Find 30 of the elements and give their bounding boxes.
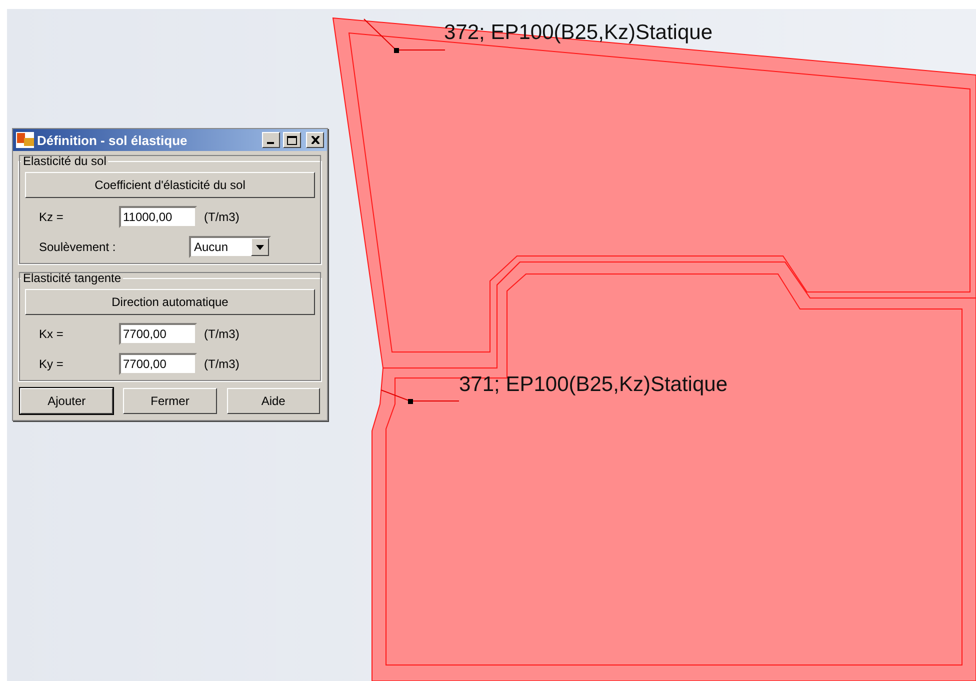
field-label: Kx = — [38, 327, 64, 341]
field-label: Ky = — [38, 357, 64, 371]
window-title: Définition - sol élastique — [37, 132, 188, 148]
field-label: Soulèvement : — [38, 240, 117, 254]
input-field[interactable]: 7700,00 — [119, 353, 197, 375]
maximize-icon — [287, 136, 297, 144]
maximize-button[interactable] — [283, 132, 301, 148]
group-title: Elasticité du sol — [22, 154, 108, 168]
node-marker — [394, 48, 399, 53]
dialog-button[interactable]: Ajouter — [20, 388, 114, 414]
app-icon — [16, 132, 34, 148]
action-button[interactable]: Direction automatique — [25, 289, 315, 315]
dialog-button[interactable]: Aide — [226, 388, 320, 414]
dropdown[interactable]: Aucun — [189, 236, 271, 258]
close-button[interactable] — [306, 132, 324, 148]
unit-label: (T/m3) — [204, 327, 240, 341]
caret-icon — [256, 244, 264, 250]
group-title: Elasticité tangente — [22, 271, 122, 285]
input-field[interactable]: 7700,00 — [119, 323, 197, 345]
dialog-button[interactable]: Fermer — [123, 388, 217, 414]
minimize-button[interactable] — [262, 132, 280, 148]
unit-label: (T/m3) — [204, 357, 240, 371]
close-icon — [310, 136, 320, 144]
unit-label: (T/m3) — [204, 210, 240, 224]
input-field[interactable]: 11000,00 — [119, 206, 197, 228]
panel-label: 372; EP100(B25,Kz)Statique — [444, 21, 713, 44]
action-button[interactable]: Coefficient d'élasticité du sol — [25, 172, 315, 198]
panel-label: 371; EP100(B25,Kz)Statique — [459, 373, 728, 396]
node-marker — [408, 399, 413, 404]
field-label: Kz = — [38, 210, 64, 224]
